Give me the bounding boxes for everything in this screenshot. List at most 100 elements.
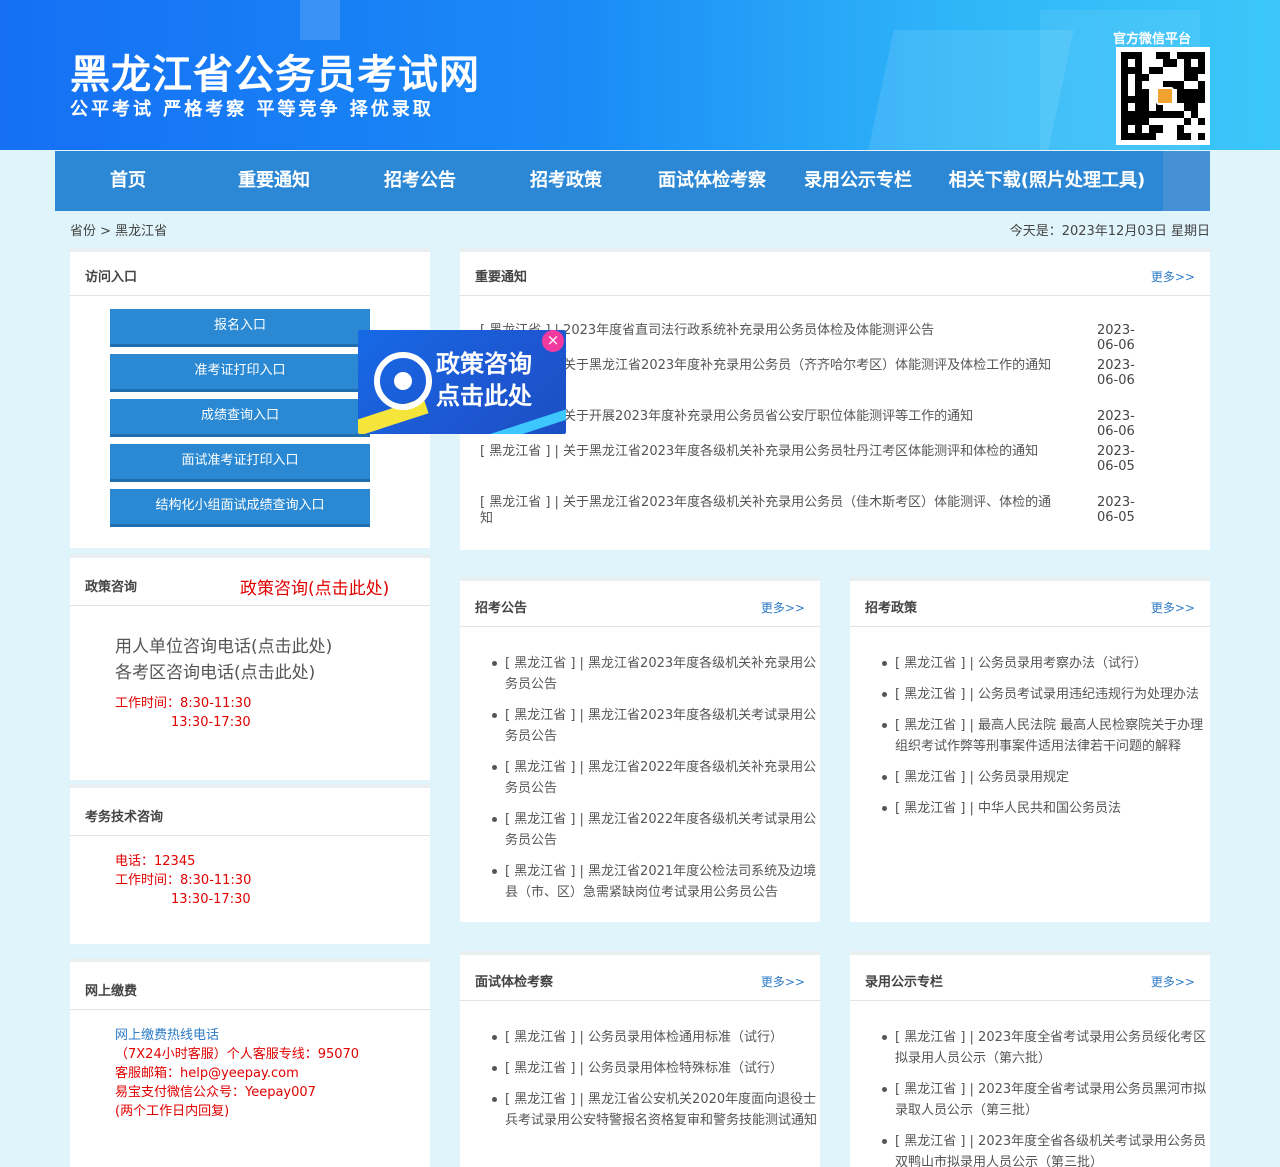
list-item[interactable]: [ 黑龙江省 ] | 公务员录用体检通用标准（试行） xyxy=(492,1027,817,1048)
qr-module xyxy=(1128,74,1135,81)
nav-important-notices[interactable]: 重要通知 xyxy=(201,151,347,211)
qr-module xyxy=(1198,118,1205,126)
tech-consult-panel: 考务技术咨询 电话：12345 工作时间：8:30-11:30 13:30-17… xyxy=(70,784,430,944)
list-item[interactable]: [ 黑龙江省 ] | 黑龙江省2021年度公检法司系统及边境县（市、区）急需紧缺… xyxy=(492,861,817,903)
notice-title[interactable]: [ 黑龙江省 ] | 关于黑龙江省2023年度补充录用公务员（齐齐哈尔考区）体能… xyxy=(480,358,1060,374)
qr-module xyxy=(1128,96,1135,104)
qr-module xyxy=(1177,81,1184,89)
qr-module xyxy=(1177,96,1184,104)
nav-downloads[interactable]: 相关下载(照片处理工具) xyxy=(931,151,1163,211)
list-item[interactable]: [ 黑龙江省 ] | 公务员录用规定 xyxy=(882,767,1207,788)
today-date: 今天是：2023年12月03日 星期日 xyxy=(1009,224,1210,239)
qr-module xyxy=(1135,125,1142,133)
score-query-button[interactable]: 成绩查询入口 xyxy=(110,399,370,437)
list-item[interactable]: [ 黑龙江省 ] | 中华人民共和国公务员法 xyxy=(882,798,1207,819)
notice-title[interactable]: [ 黑龙江省 ] | 关于黑龙江省2023年度各级机关补充录用公务员（佳木斯考区… xyxy=(480,495,1060,527)
qr-module xyxy=(1198,52,1205,60)
payment-hotline-link[interactable]: 网上缴费热线电话 xyxy=(115,1026,359,1045)
qr-module xyxy=(1177,74,1184,81)
notice-title[interactable]: [ 黑龙江省 ] | 关于黑龙江省2023年度各级机关补充录用公务员牡丹江考区体… xyxy=(480,444,1060,460)
qr-module xyxy=(1163,118,1170,125)
register-entry-button[interactable]: 报名入口 xyxy=(110,309,370,347)
qr-module xyxy=(1198,74,1205,81)
district-phone-link[interactable]: 各考区咨询电话(点击此处) xyxy=(115,660,332,686)
employer-phone-link[interactable]: 用人单位咨询电话(点击此处) xyxy=(115,634,332,660)
list-item[interactable]: [ 黑龙江省 ] | 黑龙江省2022年度各级机关补充录用公务员公告 xyxy=(492,757,817,799)
more-link[interactable]: 更多>> xyxy=(761,973,805,990)
panel-header: 政策咨询 政策咨询(点击此处) xyxy=(70,558,430,606)
list-item[interactable]: [ 黑龙江省 ] | 最高人民法院 最高人民检察院关于办理组织考试作弊等刑事案件… xyxy=(882,715,1207,757)
qr-module xyxy=(1149,52,1156,59)
list-item[interactable]: [ 黑龙江省 ] | 公务员录用体检特殊标准（试行） xyxy=(492,1058,817,1079)
qr-module xyxy=(1163,67,1170,74)
panel-title: 招考政策 xyxy=(865,601,918,616)
qr-module xyxy=(1149,66,1156,74)
notice-title[interactable]: [ 黑龙江省 ] | 关于开展2023年度补充录用公务员省公安厅职位体能测评等工… xyxy=(480,409,1060,425)
qr-logo-icon xyxy=(1156,87,1174,105)
list-item[interactable]: [ 黑龙江省 ] | 关于黑龙江省2023年度各级机关补充录用公务员牡丹江考区体… xyxy=(480,444,1135,474)
policies-panel: 招考政策 更多>> [ 黑龙江省 ] | 公务员录用考察办法（试行） [ 黑龙江… xyxy=(850,577,1210,922)
list-item[interactable]: [ 黑龙江省 ] | 公务员考试录用违纪违规行为处理办法 xyxy=(882,684,1207,705)
qr-module xyxy=(1198,88,1205,96)
list-item[interactable]: [ 黑龙江省 ] | 黑龙江省2023年度各级机关补充录用公务员公告 xyxy=(492,653,817,695)
nav-home[interactable]: 首页 xyxy=(55,151,201,211)
qr-module xyxy=(1163,74,1170,81)
nav-publicity[interactable]: 录用公示专栏 xyxy=(785,151,931,211)
list-item[interactable]: [ 黑龙江省 ] | 黑龙江省2023年度各级机关考试录用公务员公告 xyxy=(492,705,817,747)
nav-announcements[interactable]: 招考公告 xyxy=(347,151,493,211)
qr-module xyxy=(1121,103,1128,111)
list-item[interactable]: [ 黑龙江省 ] | 黑龙江省2022年度各级机关考试录用公务员公告 xyxy=(492,809,817,851)
admission-ticket-button[interactable]: 准考证打印入口 xyxy=(110,354,370,392)
list-item[interactable]: [ 黑龙江省 ] | 2023年度全省考试录用公务员绥化考区拟录用人员公示（第六… xyxy=(882,1027,1207,1069)
close-icon[interactable]: × xyxy=(542,330,564,352)
qr-module xyxy=(1142,52,1149,59)
list-item[interactable]: [ 黑龙江省 ] | 2023年度全省考试录用公务员黑河市拟录取人员公示（第三批… xyxy=(882,1079,1207,1121)
policy-consult-popup[interactable]: 政策咨询 点击此处 × xyxy=(358,330,566,434)
qr-module xyxy=(1191,81,1198,88)
more-link[interactable]: 更多>> xyxy=(1151,268,1195,285)
payment-reply-note: (两个工作日内回复) xyxy=(115,1104,230,1119)
more-link[interactable]: 更多>> xyxy=(1151,973,1195,990)
group-interview-score-button[interactable]: 结构化小组面试成绩查询入口 xyxy=(110,489,370,527)
panel-header: 访问入口 xyxy=(70,252,430,296)
qr-module xyxy=(1191,118,1198,125)
qr-module xyxy=(1142,103,1149,111)
qr-module xyxy=(1142,125,1149,132)
qr-module xyxy=(1135,88,1142,96)
list-item[interactable]: [ 黑龙江省 ] | 关于黑龙江省2023年度各级机关补充录用公务员（佳木斯考区… xyxy=(480,495,1135,527)
qr-module xyxy=(1128,59,1135,66)
qr-module xyxy=(1191,52,1198,60)
header-decoration xyxy=(300,0,340,40)
payment-email: 客服邮箱：help@yeepay.com xyxy=(115,1066,299,1081)
qr-module xyxy=(1121,96,1128,104)
policy-consult-link[interactable]: 政策咨询(点击此处) xyxy=(240,574,389,599)
nav-policies[interactable]: 招考政策 xyxy=(493,151,639,211)
qr-module xyxy=(1177,52,1184,60)
qr-module xyxy=(1184,118,1191,126)
list-item[interactable]: [ 黑龙江省 ] | 公务员录用考察办法（试行） xyxy=(882,653,1207,674)
qr-module xyxy=(1191,125,1198,132)
qr-module xyxy=(1121,125,1128,133)
more-link[interactable]: 更多>> xyxy=(761,599,805,616)
list-item[interactable]: [ 黑龙江省 ] | 黑龙江省公安机关2020年度面向退役士兵考试录用公安特警报… xyxy=(492,1089,817,1131)
payment-service-line: （7X24小时客服）个人客服专线：95070 xyxy=(115,1047,360,1062)
qr-module xyxy=(1177,118,1184,125)
popup-text: 政策咨询 点击此处 xyxy=(436,348,532,412)
list-item[interactable]: [ 黑龙江省 ] | 2023年度省直司法行政系统补充录用公务员体检及体能测评公… xyxy=(480,323,1135,353)
qr-module xyxy=(1142,96,1149,104)
qr-module xyxy=(1149,103,1156,110)
panel-header: 考务技术咨询 xyxy=(70,788,430,836)
nav-interview-checkup[interactable]: 面试体检考察 xyxy=(639,151,785,211)
work-hours: 工作时间：8:30-11:30 xyxy=(115,696,252,711)
interview-ticket-button[interactable]: 面试准考证打印入口 xyxy=(110,444,370,482)
qr-module xyxy=(1149,118,1156,125)
list-item[interactable]: [ 黑龙江省 ] | 2023年度全省各级机关考试录用公务员双鸭山市拟录用人员公… xyxy=(882,1131,1207,1167)
qr-module xyxy=(1135,59,1142,67)
notice-title[interactable]: [ 黑龙江省 ] | 2023年度省直司法行政系统补充录用公务员体检及体能测评公… xyxy=(480,323,1060,339)
panel-title: 政策咨询 xyxy=(85,580,138,595)
qr-module xyxy=(1184,96,1191,104)
list-item[interactable]: [ 黑龙江省 ] | 关于黑龙江省2023年度补充录用公务员（齐齐哈尔考区）体能… xyxy=(480,358,1135,388)
qr-module xyxy=(1128,66,1135,74)
more-link[interactable]: 更多>> xyxy=(1151,599,1195,616)
list-item[interactable]: [ 黑龙江省 ] | 关于开展2023年度补充录用公务员省公安厅职位体能测评等工… xyxy=(480,409,1135,439)
